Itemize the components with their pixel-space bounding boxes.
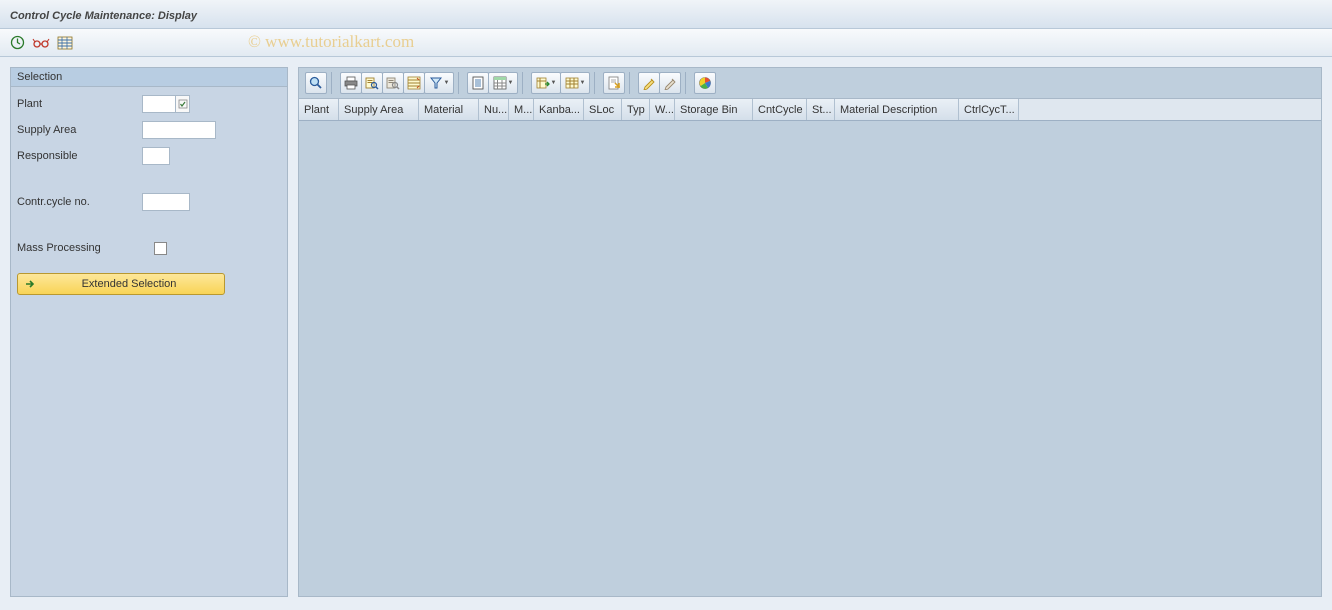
list-icon[interactable] [56,34,74,52]
supply-area-label: Supply Area [17,124,142,136]
color-legend-icon [698,76,712,90]
toolbar-separator [685,72,691,94]
chevron-down-icon: ▼ [551,80,557,86]
toolbar-separator [331,72,337,94]
create-button[interactable] [603,72,625,94]
column-header[interactable]: Supply Area [339,99,419,120]
toolbar-separator [594,72,600,94]
plant-label: Plant [17,98,142,110]
column-header[interactable]: SLoc [584,99,622,120]
column-header[interactable]: St... [807,99,835,120]
change-icon [642,76,656,90]
sort-icon [407,76,421,90]
print-button[interactable] [340,72,362,94]
layout-change-button[interactable]: ▼ [531,72,561,94]
filter-button[interactable]: ▼ [424,72,454,94]
chevron-down-icon: ▼ [580,80,586,86]
export-excel-button[interactable]: ▼ [488,72,518,94]
selection-panel-body: Plant Supply Area Responsible Contr.cycl… [11,87,287,301]
filter-icon [429,76,443,90]
mass-processing-label: Mass Processing [17,242,142,254]
app-toolbar [0,29,1332,57]
display-button[interactable] [659,72,681,94]
mass-processing-checkbox[interactable] [154,242,167,255]
column-header[interactable]: CntCycle [753,99,807,120]
chevron-down-icon: ▼ [508,80,514,86]
column-header[interactable]: Material Description [835,99,959,120]
column-headers: PlantSupply AreaMaterialNu...M...Kanba..… [299,99,1321,121]
chevron-down-icon: ▼ [444,80,450,86]
grid-area: ▼ ▼ ▼ ▼ PlantSupply AreaMaterialNu...M...Ka… [298,67,1322,597]
plant-f4-icon[interactable] [176,95,190,113]
column-header[interactable]: Kanba... [534,99,584,120]
layout-grid-button[interactable]: ▼ [560,72,590,94]
page-title: Control Cycle Maintenance: Display [10,10,197,22]
color-legend-button[interactable] [694,72,716,94]
execute-icon[interactable] [8,34,26,52]
export-doc-icon [471,76,485,90]
selection-panel: Selection Plant Supply Area Responsible [10,67,288,597]
title-bar: Control Cycle Maintenance: Display [0,0,1332,29]
selection-panel-header: Selection [11,68,287,87]
find-button[interactable] [361,72,383,94]
find-next-button[interactable] [382,72,404,94]
responsible-input[interactable] [142,147,170,165]
create-icon [607,76,621,90]
find-icon [365,76,379,90]
column-header[interactable]: Typ [622,99,650,120]
column-header[interactable]: Storage Bin [675,99,753,120]
sort-button[interactable] [403,72,425,94]
alv-toolbar: ▼ ▼ ▼ ▼ [299,68,1321,99]
contr-cycle-label: Contr.cycle no. [17,196,142,208]
display-icon [663,76,677,90]
column-header[interactable]: CtrlCycT... [959,99,1019,120]
arrow-right-icon [24,278,36,290]
extended-selection-label: Extended Selection [40,278,218,290]
plant-input[interactable] [142,95,176,113]
responsible-label: Responsible [17,150,142,162]
toolbar-separator [458,72,464,94]
column-header[interactable]: W... [650,99,675,120]
toolbar-separator [522,72,528,94]
toolbar-separator [629,72,635,94]
details-icon [309,76,323,90]
layout-grid-icon [565,76,579,90]
contr-cycle-input[interactable] [142,193,190,211]
column-header[interactable]: Plant [299,99,339,120]
details-button[interactable] [305,72,327,94]
export-excel-icon [493,76,507,90]
change-button[interactable] [638,72,660,94]
layout-change-icon [536,76,550,90]
export-doc-button[interactable] [467,72,489,94]
supply-area-input[interactable] [142,121,216,139]
column-header[interactable]: Material [419,99,479,120]
main-content: Selection Plant Supply Area Responsible [0,57,1332,607]
print-icon [344,76,358,90]
grid-body [299,121,1321,596]
extended-selection-button[interactable]: Extended Selection [17,273,225,295]
find-next-icon [386,76,400,90]
column-header[interactable]: M... [509,99,534,120]
column-header[interactable]: Nu... [479,99,509,120]
glasses-icon[interactable] [32,34,50,52]
